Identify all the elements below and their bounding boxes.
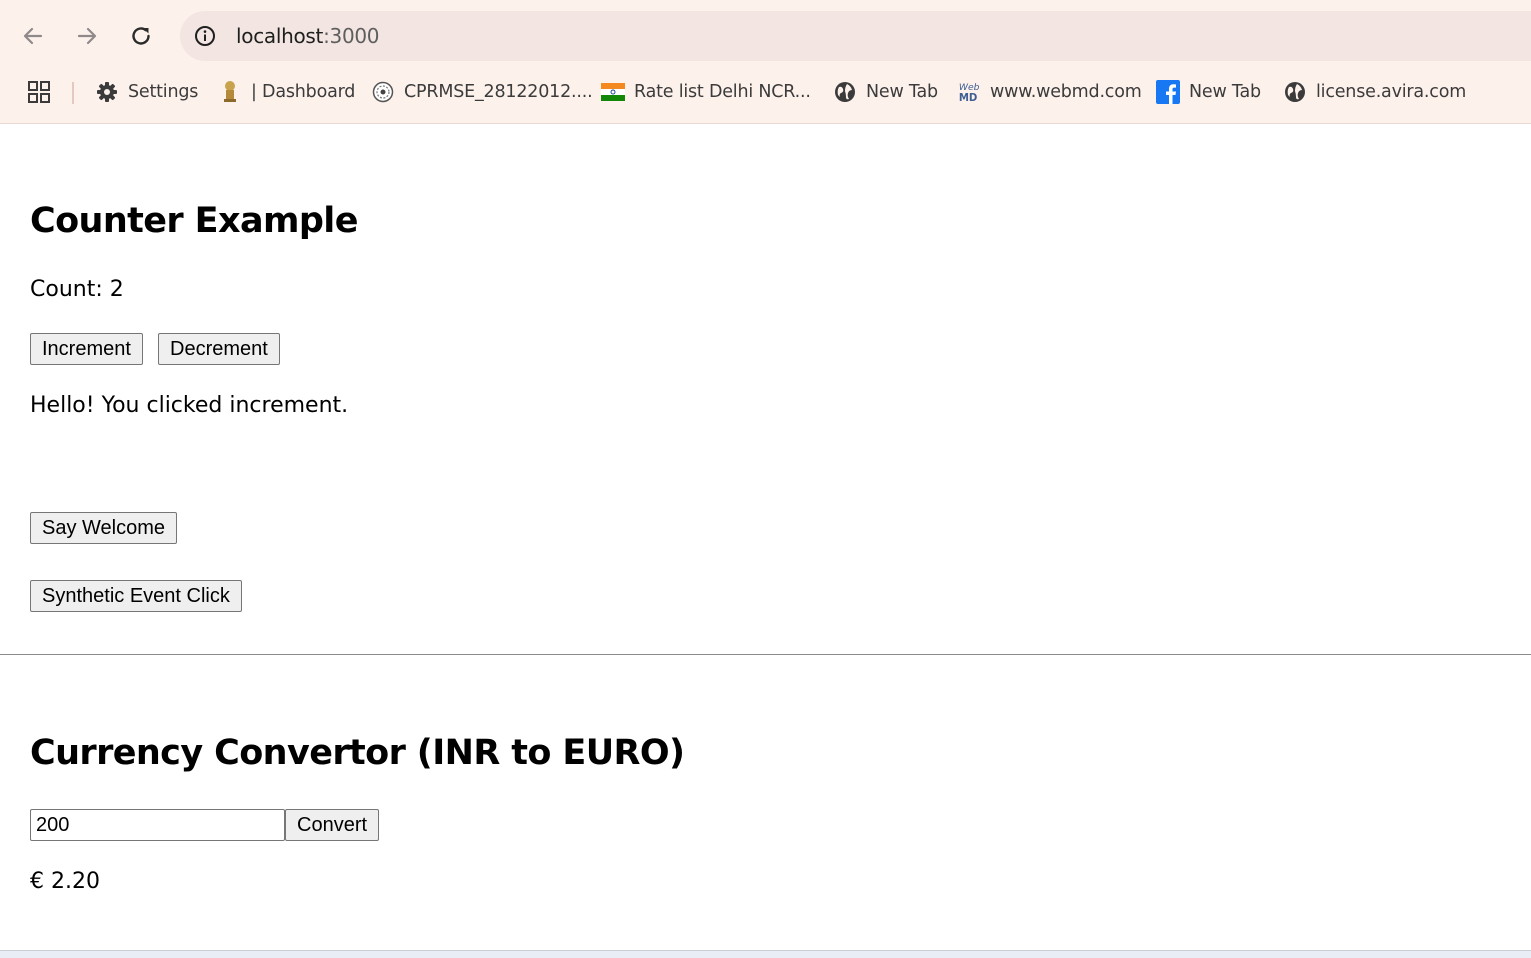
globe-icon [833,80,857,104]
emblem-icon [218,80,242,104]
bookmark-avira[interactable]: license.avira.com [1283,79,1466,105]
bookmarks-separator [72,82,74,104]
webmd-icon: Web MD [957,80,981,104]
svg-text:Web: Web [959,82,980,93]
bookmark-new-tab[interactable]: New Tab [833,79,938,105]
decrement-button[interactable]: Decrement [158,333,280,365]
bookmark-facebook[interactable]: New Tab [1156,79,1261,105]
counter-heading: Counter Example [30,201,358,241]
url-port: :3000 [323,24,380,48]
india-flag-icon [601,80,625,104]
apps-grid-icon[interactable] [28,81,50,103]
bookmark-label: New Tab [866,82,938,102]
bookmarks-bar: Settings | Dashboard CPRMSE_28122012....… [0,70,1531,122]
window-bottom-edge [0,950,1531,958]
svg-text:MD: MD [959,93,978,104]
gear-icon [95,80,119,104]
click-message: Hello! You clicked increment. [30,393,349,418]
say-welcome-button[interactable]: Say Welcome [30,512,178,544]
url-text: localhost:3000 [236,24,380,48]
conversion-result: € 2.20 [30,869,100,894]
synthetic-event-button[interactable]: Synthetic Event Click [30,580,242,612]
bookmark-label: New Tab [1189,82,1261,102]
increment-button[interactable]: Increment [30,333,143,365]
bookmark-settings[interactable]: Settings [95,79,198,105]
bookmark-label: Settings [128,82,199,102]
reload-button[interactable] [123,18,159,54]
bookmark-label: | Dashboard [251,82,356,102]
address-bar[interactable]: localhost:3000 [180,11,1531,61]
bookmark-label: Rate list Delhi NCR... [634,82,811,102]
bookmark-label: license.avira.com [1316,82,1467,102]
browser-toolbar: localhost:3000 [0,0,1531,70]
facebook-icon [1156,80,1180,104]
convert-button[interactable]: Convert [285,809,380,841]
bookmark-label: CPRMSE_28122012.... [404,82,593,102]
back-button[interactable] [15,18,51,54]
bookmark-webmd[interactable]: Web MD www.webmd.com [957,79,1142,105]
forward-button[interactable] [69,18,105,54]
bookmark-label: www.webmd.com [990,82,1142,102]
bookmark-cprmse[interactable]: CPRMSE_28122012.... [371,79,593,105]
section-divider [0,654,1531,655]
url-host: localhost [236,24,324,48]
browser-chrome: localhost:3000 Settings | Dashboard CPRM… [0,0,1531,124]
count-display: Count: 2 [30,277,124,302]
arrow-left-icon [23,27,43,45]
globe-icon [1283,80,1307,104]
seal-icon [371,80,395,104]
amount-input[interactable] [30,809,285,841]
site-info-icon[interactable] [194,25,216,47]
bookmark-rate-list[interactable]: Rate list Delhi NCR... [601,79,811,105]
currency-heading: Currency Convertor (INR to EURO) [30,733,685,773]
bookmark-dashboard[interactable]: | Dashboard [218,79,355,105]
arrow-right-icon [77,27,97,45]
page-content: Counter Example Count: 2 Increment Decre… [0,124,1531,958]
reload-icon [132,27,150,45]
